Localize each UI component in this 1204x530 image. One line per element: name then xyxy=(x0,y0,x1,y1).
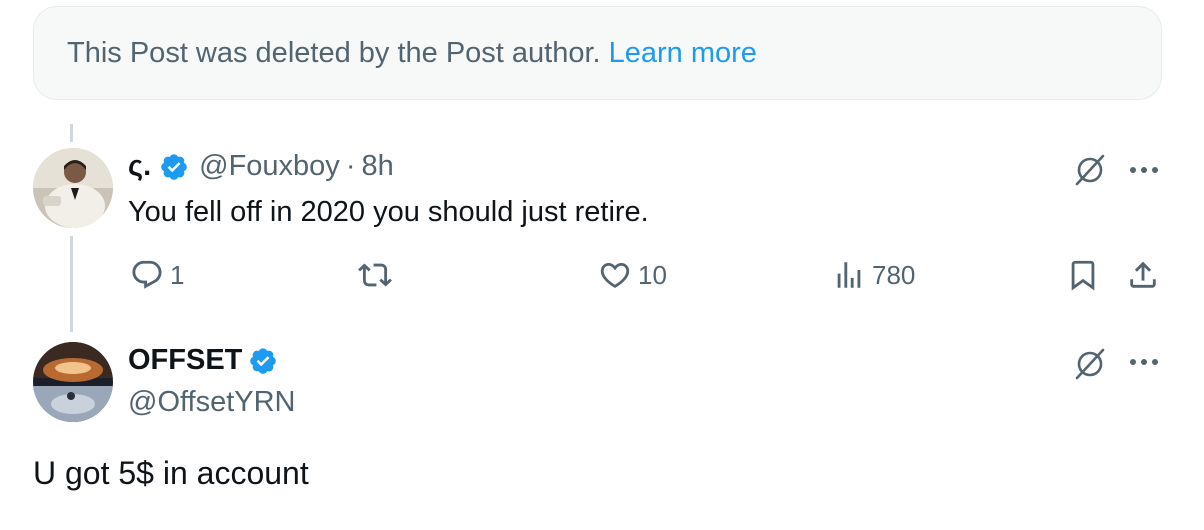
views-action[interactable]: 780 xyxy=(832,258,915,292)
avatar-offset-image xyxy=(33,342,113,422)
reply-icon xyxy=(132,260,162,289)
share-action[interactable] xyxy=(1126,258,1160,292)
repost-action[interactable] xyxy=(358,258,392,292)
share-icon xyxy=(1130,261,1156,288)
thread-line xyxy=(70,236,73,332)
main-author-name[interactable]: OFFSET xyxy=(128,344,242,377)
more-button[interactable] xyxy=(1126,152,1162,188)
reply-text: You fell off in 2020 you should just ret… xyxy=(128,196,649,228)
main-author-handle[interactable]: @OffsetYRN xyxy=(128,386,296,419)
reply-timestamp[interactable]: 8h xyxy=(361,150,393,183)
main-post-header: OFFSET xyxy=(128,344,288,377)
views-icon xyxy=(837,262,861,288)
grok-icon xyxy=(1075,154,1105,186)
bookmark-icon xyxy=(1071,260,1095,291)
repost-icon xyxy=(358,263,392,287)
more-icon xyxy=(1130,359,1158,365)
verified-badge-icon[interactable] xyxy=(248,346,278,376)
reply-author-name[interactable]: ς. xyxy=(128,150,151,183)
separator-dot: · xyxy=(345,150,356,182)
deleted-post-notice: This Post was deleted by the Post author… xyxy=(33,6,1162,100)
grok-button[interactable] xyxy=(1072,152,1108,188)
like-action[interactable]: 10 xyxy=(598,258,667,292)
avatar-offset[interactable] xyxy=(33,342,113,422)
more-button-main[interactable] xyxy=(1126,344,1162,380)
reply-author-handle[interactable]: @Fouxboy xyxy=(199,150,340,183)
view-count: 780 xyxy=(872,259,916,290)
bookmark-action[interactable] xyxy=(1066,258,1100,292)
avatar-fouxboy-image xyxy=(33,148,113,228)
learn-more-link[interactable]: Learn more xyxy=(609,37,757,70)
reply-header: ς. @Fouxboy · 8h xyxy=(128,150,394,183)
avatar-fouxboy[interactable] xyxy=(33,148,113,228)
reply-count: 1 xyxy=(170,259,185,290)
reply-action[interactable]: 1 xyxy=(130,258,184,292)
deleted-notice-text: This Post was deleted by the Post author… xyxy=(67,36,601,69)
verified-badge-icon[interactable] xyxy=(159,152,189,182)
grok-button-main[interactable] xyxy=(1072,346,1108,382)
like-icon xyxy=(600,262,630,288)
more-icon xyxy=(1130,167,1158,173)
like-count: 10 xyxy=(638,259,667,290)
thread-line-top xyxy=(70,124,73,142)
grok-icon xyxy=(1075,348,1105,380)
main-post-text: U got 5$ in account xyxy=(33,455,309,491)
